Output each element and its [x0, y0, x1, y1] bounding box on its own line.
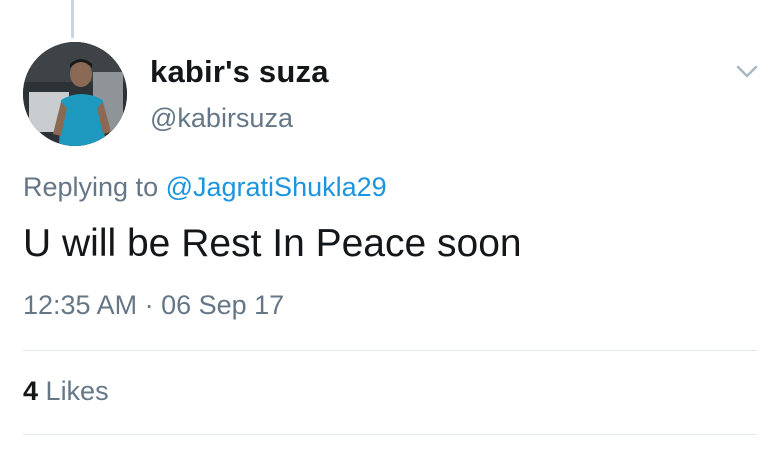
divider — [23, 434, 757, 435]
chevron-down-icon[interactable] — [733, 57, 761, 85]
likes-stat[interactable]: 4 Likes — [23, 376, 109, 407]
divider — [23, 350, 757, 351]
display-name[interactable]: kabir's suza — [150, 54, 329, 90]
tweet-timestamp[interactable]: 12:35 AM · 06 Sep 17 — [23, 290, 284, 321]
avatar[interactable] — [23, 42, 127, 146]
tweet-text: U will be Rest In Peace soon — [23, 222, 522, 265]
likes-count: 4 — [23, 376, 39, 406]
user-handle[interactable]: @kabirsuza — [150, 103, 293, 134]
avatar-photo — [23, 42, 127, 146]
reply-mention-link[interactable]: @JagratiShukla29 — [166, 172, 387, 202]
likes-label: Likes — [45, 376, 109, 406]
replying-to: Replying to @JagratiShukla29 — [23, 172, 387, 203]
reply-prefix: Replying to — [23, 172, 159, 202]
thread-connector-line — [71, 0, 74, 38]
